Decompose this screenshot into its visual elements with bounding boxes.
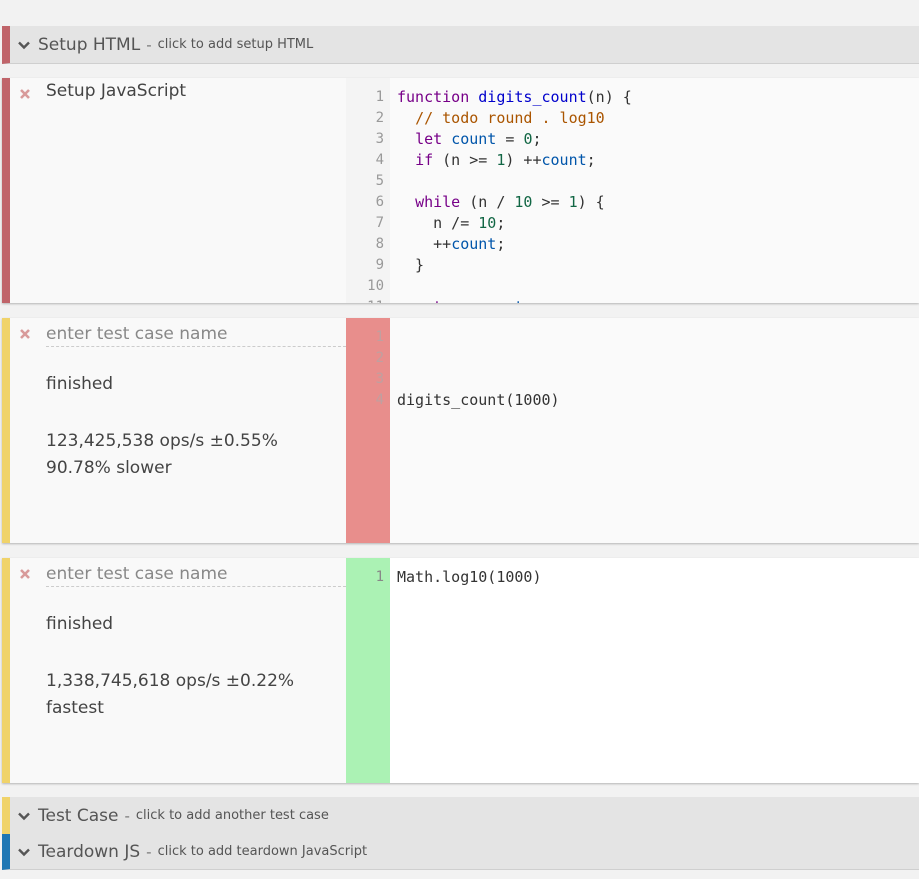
add-test-case-separator: -: [124, 806, 130, 825]
code-line: n /= 10;: [397, 214, 506, 232]
teardown-js-separator: -: [146, 842, 152, 861]
code-line: // todo round . log10: [415, 109, 605, 127]
teardown-js-title: Teardown JS: [38, 841, 141, 862]
line-number: 4: [375, 392, 384, 408]
add-test-case-hint: click to add another test case: [135, 808, 329, 823]
test-case-panel-1: finished 123,425,538 ops/s ±0.55% 90.78%…: [2, 318, 919, 543]
test-case-result: 123,425,538 ops/s ±0.55% 90.78% slower: [46, 428, 278, 482]
teardown-js-bar[interactable]: Teardown JS - click to add teardown Java…: [2, 834, 919, 870]
setup-html-bar[interactable]: Setup HTML - click to add setup HTML: [2, 26, 919, 64]
test-case-status: finished: [46, 614, 114, 634]
setup-js-gutter: 1 2 3 4 5 6 7 8 9 10 11: [346, 78, 390, 303]
test-case-name-input[interactable]: [46, 321, 346, 347]
test-case-1-editor[interactable]: digits_count(1000): [390, 318, 919, 543]
line-number: 5: [375, 173, 384, 189]
line-number: 1: [375, 89, 384, 105]
add-test-case-title: Test Case: [38, 805, 119, 826]
close-icon[interactable]: [18, 86, 32, 100]
comparison-text: fastest: [46, 698, 104, 718]
code-line: return count: [397, 297, 919, 303]
code-line: Math.log10(1000): [397, 568, 542, 586]
test-case-result: 1,338,745,618 ops/s ±0.22% fastest: [46, 668, 294, 722]
line-number: 7: [375, 215, 384, 231]
line-number: 10: [367, 278, 384, 294]
comparison-text: 90.78% slower: [46, 458, 172, 478]
setup-html-separator: -: [146, 35, 152, 54]
close-icon[interactable]: [18, 326, 32, 340]
setup-js-left: Setup JavaScript: [10, 78, 346, 303]
teardown-js-hint: click to add teardown JavaScript: [157, 844, 368, 859]
line-number: 3: [375, 371, 384, 387]
setup-js-label: Setup JavaScript: [46, 81, 187, 101]
line-number: 4: [375, 152, 384, 168]
line-number: 9: [375, 257, 384, 273]
code-line: while (n / 10 >= 1) {: [415, 193, 605, 211]
line-number: 6: [375, 194, 384, 210]
line-number: 1: [375, 329, 384, 345]
setup-html-title: Setup HTML: [38, 34, 141, 55]
code-line: if (n >= 1) ++count;: [415, 151, 596, 169]
add-test-case-bar[interactable]: Test Case - click to add another test ca…: [2, 797, 919, 835]
chevron-down-icon: [16, 37, 32, 53]
test-case-panel-2: finished 1,338,745,618 ops/s ±0.22% fast…: [2, 558, 919, 783]
test-case-2-editor[interactable]: Math.log10(1000): [390, 558, 919, 783]
ops-per-second: 123,425,538 ops/s ±0.55%: [46, 431, 278, 451]
test-case-name-input[interactable]: [46, 561, 346, 587]
line-number: 2: [375, 110, 384, 126]
setup-js-editor[interactable]: function digits_count(n) { // todo round…: [390, 78, 919, 303]
line-number: 8: [375, 236, 384, 252]
test-case-1-gutter: 1 2 3 4: [346, 318, 390, 543]
code-line: ++count;: [397, 235, 506, 253]
test-case-2-left: finished 1,338,745,618 ops/s ±0.22% fast…: [10, 558, 346, 783]
chevron-down-icon: [16, 808, 32, 824]
ops-per-second: 1,338,745,618 ops/s ±0.22%: [46, 671, 295, 691]
code-line: let count = 0;: [415, 130, 542, 148]
line-number: 2: [375, 350, 384, 366]
line-number: 1: [375, 569, 384, 585]
close-icon[interactable]: [18, 566, 32, 580]
code-line: }: [397, 256, 425, 274]
setup-html-hint: click to add setup HTML: [157, 37, 314, 52]
test-case-2-gutter: 1: [346, 558, 390, 783]
code-line: digits_count(1000): [397, 391, 560, 409]
line-number: 11: [346, 297, 384, 303]
test-case-1-left: finished 123,425,538 ops/s ±0.55% 90.78%…: [10, 318, 346, 543]
test-case-status: finished: [46, 374, 114, 394]
line-number: 3: [375, 131, 384, 147]
chevron-down-icon: [16, 844, 32, 860]
code-line: function digits_count(n) {: [397, 88, 632, 106]
setup-js-panel: Setup JavaScript 1 2 3 4 5 6 7 8 9 10 11…: [2, 78, 919, 303]
